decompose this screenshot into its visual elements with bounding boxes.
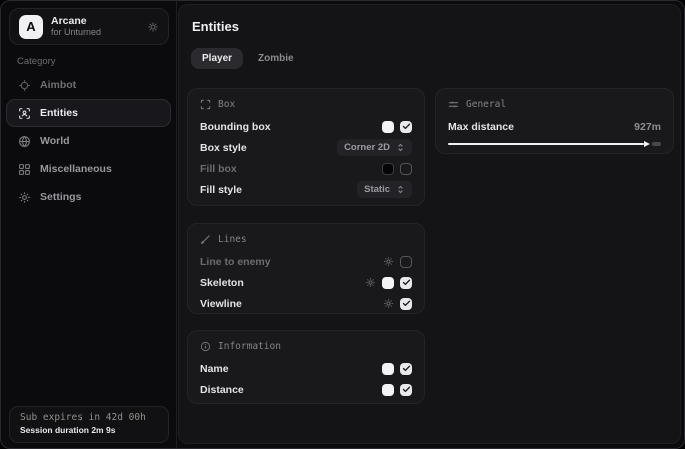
setting-row-skeleton: Skeleton [200,275,412,290]
gear-icon [18,191,31,204]
section-title: Lines [218,234,247,245]
row-settings-gear-icon[interactable] [383,256,394,267]
app-window: A Arcane for Unturned Category Aimbot [0,0,685,449]
sidebar-item-entities[interactable]: Entities [6,99,171,127]
color-swatch[interactable] [382,384,394,396]
setting-label: Skeleton [200,277,244,289]
checkbox-checked[interactable] [400,363,412,375]
setting-label: Box style [200,142,247,154]
box-style-select[interactable]: Corner 2D [337,139,412,156]
box-section-card: Box Bounding box Box style Corner 2D [187,88,425,206]
checkbox-unchecked[interactable] [400,163,412,175]
select-value: Corner 2D [344,142,390,153]
sync-icon[interactable] [147,21,159,33]
section-title: Information [218,341,281,352]
setting-row-name: Name [200,361,412,376]
general-section-card: General Max distance 927m [435,88,674,154]
sidebar-item-label: Miscellaneous [40,163,112,175]
setting-label: Line to enemy [200,256,271,268]
setting-label: Name [200,363,229,375]
sidebar: A Arcane for Unturned Category Aimbot [1,1,177,448]
app-name: Arcane [51,15,139,27]
sub-expires-text: Sub expires in 42d 00h [20,412,158,423]
max-distance-value: 927m [634,121,661,133]
select-value: Static [364,184,390,195]
diagonal-line-icon [200,234,211,245]
setting-label: Fill box [200,163,237,175]
checkbox-unchecked[interactable] [400,256,412,268]
information-section-header: Information [200,340,412,352]
checkbox-checked[interactable] [400,384,412,396]
slider-fill [448,143,644,145]
information-section-card: Information Name Distance [187,330,425,404]
subscription-status-card: Sub expires in 42d 00h Session duration … [9,406,169,443]
category-label: Category [17,56,56,67]
setting-row-line-to-enemy: Line to enemy [200,254,412,269]
sidebar-item-label: Aimbot [40,79,76,91]
chevron-up-down-icon [396,143,405,152]
color-swatch[interactable] [382,277,394,289]
setting-row-box-style: Box style Corner 2D [200,140,412,155]
crosshair-icon [18,79,31,92]
app-subtitle: for Unturned [51,27,139,37]
grid-icon [18,163,31,176]
slider-thumb-arrow[interactable] [644,141,650,147]
sidebar-item-aimbot[interactable]: Aimbot [6,71,171,99]
setting-row-viewline: Viewline [200,296,412,311]
setting-row-distance: Distance [200,382,412,397]
color-swatch[interactable] [382,163,394,175]
main-panel: Entities Player Zombie Box Bounding box [178,4,681,444]
lines-section-header: Lines [200,233,412,245]
sidebar-item-world[interactable]: World [6,127,171,155]
app-brand-card: A Arcane for Unturned [9,8,169,45]
setting-label: Fill style [200,184,242,196]
sidebar-item-label: World [40,135,70,147]
setting-label: Max distance [448,121,514,133]
lines-section-card: Lines Line to enemy Skeleton [187,223,425,314]
box-corners-icon [200,99,211,110]
person-scan-icon [18,107,31,120]
checkbox-checked[interactable] [400,121,412,133]
max-distance-slider[interactable] [448,141,661,147]
box-section-header: Box [200,98,412,110]
sidebar-item-settings[interactable]: Settings [6,183,171,211]
app-logo: A [19,15,43,39]
sliders-icon [448,99,459,110]
general-section-header: General [448,98,661,110]
setting-label: Bounding box [200,121,271,133]
chevron-up-down-icon [396,185,405,194]
slider-track-remainder [652,142,661,146]
globe-icon [18,135,31,148]
page-title: Entities [192,19,239,34]
sidebar-item-label: Settings [40,191,81,203]
checkbox-checked[interactable] [400,298,412,310]
entity-tabs: Player Zombie [191,48,305,69]
setting-row-bounding-box: Bounding box [200,119,412,134]
setting-row-max-distance: Max distance 927m [448,119,661,134]
setting-label: Distance [200,384,244,396]
section-title: Box [218,99,235,110]
section-title: General [466,99,506,110]
setting-row-fill-style: Fill style Static [200,182,412,197]
sidebar-item-miscellaneous[interactable]: Miscellaneous [6,155,171,183]
tab-player[interactable]: Player [191,48,243,69]
row-settings-gear-icon[interactable] [365,277,376,288]
info-icon [200,341,211,352]
session-duration-text: Session duration 2m 9s [20,425,158,435]
fill-style-select[interactable]: Static [357,181,412,198]
color-swatch[interactable] [382,363,394,375]
setting-label: Viewline [200,298,242,310]
setting-row-fill-box: Fill box [200,161,412,176]
sidebar-item-label: Entities [40,107,78,119]
checkbox-checked[interactable] [400,277,412,289]
tab-zombie[interactable]: Zombie [247,48,305,69]
color-swatch[interactable] [382,121,394,133]
sidebar-nav: Aimbot Entities World Miscellaneous [6,71,171,211]
row-settings-gear-icon[interactable] [383,298,394,309]
